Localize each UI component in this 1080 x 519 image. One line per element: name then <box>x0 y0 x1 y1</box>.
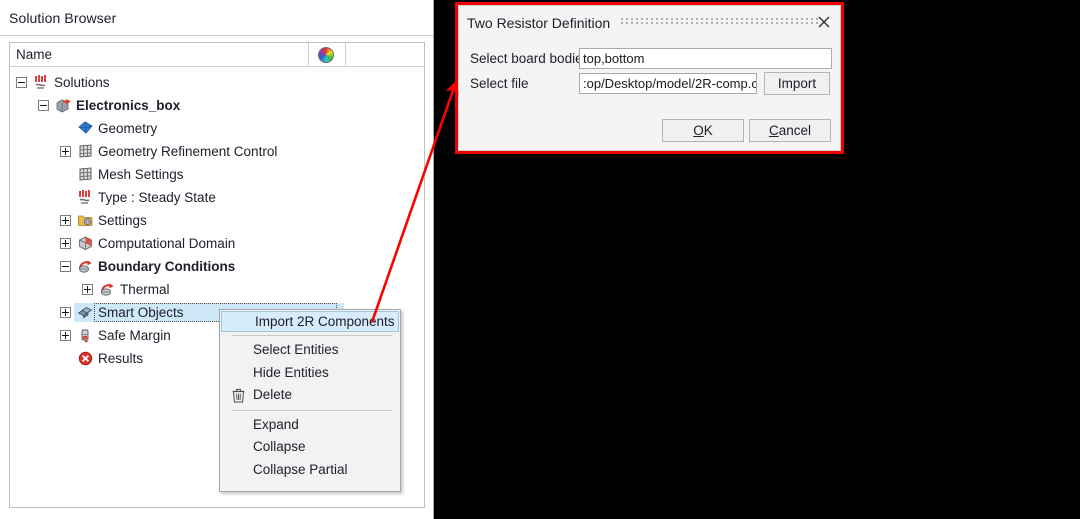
tree-item-label: Smart Objects <box>98 305 184 320</box>
column-divider-1 <box>308 43 309 66</box>
select-file-label: Select file <box>470 76 529 91</box>
ok-button[interactable]: OK <box>662 119 744 142</box>
tree-item-label: Type : Steady State <box>98 190 216 205</box>
tree-item-label: Solutions <box>54 75 110 90</box>
dialog-highlight-border: Two Resistor Definition Select board bod… <box>455 2 844 154</box>
tree-item-label: Results <box>98 351 144 366</box>
column-header-name: Name <box>16 47 53 62</box>
cancel-rest: ancel <box>778 123 812 138</box>
tree-item-type-steady-state[interactable]: Type : Steady State <box>10 186 424 209</box>
menu-item-label: Expand <box>253 416 299 432</box>
tree-item-label: Boundary Conditions <box>98 259 236 274</box>
two-resistor-definition-dialog: Two Resistor Definition Select board bod… <box>458 5 841 151</box>
tree-item-thermal[interactable]: Thermal <box>10 278 424 301</box>
expand-icon[interactable] <box>60 146 71 157</box>
menu-item-label: Collapse Partial <box>253 461 348 477</box>
expand-icon[interactable] <box>82 284 93 295</box>
board-bodies-input[interactable]: top,bottom <box>579 48 832 69</box>
safe-margin-icon <box>77 327 94 344</box>
tree-item-label: Thermal <box>120 282 170 297</box>
mesh-icon <box>77 143 94 160</box>
expand-icon[interactable] <box>60 238 71 249</box>
tree-item-label: Mesh Settings <box>98 167 184 182</box>
menu-item-collapse-partial[interactable]: Collapse Partial <box>220 459 400 482</box>
tree-item-label: Geometry <box>98 121 158 136</box>
dialog-title-bar[interactable]: Two Resistor Definition <box>459 6 840 39</box>
tree-item-settings[interactable]: Settings <box>10 209 424 232</box>
collapse-icon[interactable] <box>60 261 71 272</box>
screenshot-root: Solution Browser Name Solutions Electroni… <box>0 0 1080 519</box>
drag-grip-dots-icon <box>621 18 819 27</box>
project-icon <box>55 97 72 114</box>
tree-item-mesh-settings[interactable]: Mesh Settings <box>10 163 424 186</box>
tree-item-geometry-refinement-control[interactable]: Geometry Refinement Control <box>10 140 424 163</box>
menu-item-collapse[interactable]: Collapse <box>220 436 400 459</box>
collapse-icon[interactable] <box>38 100 49 111</box>
trash-icon <box>232 388 245 403</box>
tree-item-label: Computational Domain <box>98 236 236 251</box>
cancel-mnemonic: C <box>768 123 779 138</box>
menu-item-label: Delete <box>253 387 293 402</box>
smart-object-icon <box>77 304 94 321</box>
menu-item-delete[interactable]: Delete <box>220 384 400 407</box>
tree-item-label: Safe Margin <box>98 328 171 343</box>
menu-item-label: Select Entities <box>253 342 339 357</box>
solutions-icon <box>77 189 94 206</box>
tree-item-solutions[interactable]: Solutions <box>10 71 424 94</box>
tree-item-label: Electronics_box <box>76 98 181 113</box>
settings-icon <box>77 212 94 229</box>
panel-title: Solution Browser <box>9 10 117 26</box>
panel-title-bar: Solution Browser <box>0 0 433 36</box>
column-divider-2 <box>345 43 346 66</box>
tree-item-geometry[interactable]: Geometry <box>10 117 424 140</box>
tree-item-label: Settings <box>98 213 147 228</box>
context-menu[interactable]: Import 2R Components Select Entities Hide … <box>219 309 401 492</box>
select-board-bodies-label: Select board bodies <box>470 51 590 66</box>
boundary-icon <box>99 281 116 298</box>
menu-item-select-entities[interactable]: Select Entities <box>220 339 400 362</box>
domain-icon <box>77 235 94 252</box>
menu-item-label: Collapse <box>253 439 306 454</box>
results-icon <box>77 350 94 367</box>
file-path-input[interactable]: :op/Desktop/model/2R-comp.csv <box>579 73 757 94</box>
expand-icon[interactable] <box>60 215 71 226</box>
expand-icon[interactable] <box>60 307 71 318</box>
solutions-icon <box>33 74 50 91</box>
color-wheel-icon[interactable] <box>318 47 334 63</box>
file-path-value: :op/Desktop/model/2R-comp.csv <box>583 76 757 91</box>
geometry-icon <box>77 120 94 137</box>
tree-item-computational-domain[interactable]: Computational Domain <box>10 232 424 255</box>
expand-icon[interactable] <box>60 330 71 341</box>
menu-item-expand[interactable]: Expand <box>220 414 400 437</box>
tree-item-boundary-conditions[interactable]: Boundary Conditions <box>10 255 424 278</box>
menu-item-label: Hide Entities <box>253 364 329 380</box>
ok-rest: K <box>703 123 713 138</box>
menu-separator <box>232 409 392 411</box>
import-button[interactable]: Import <box>764 72 830 95</box>
boundary-icon <box>77 258 94 275</box>
menu-item-label: Import 2R Components <box>255 314 395 329</box>
tree-item-electronics-box[interactable]: Electronics_box <box>10 94 424 117</box>
ok-mnemonic: O <box>693 123 704 138</box>
mesh-icon <box>77 166 94 183</box>
close-icon[interactable] <box>816 14 832 30</box>
dialog-title: Two Resistor Definition <box>467 15 611 31</box>
collapse-icon[interactable] <box>16 77 27 88</box>
tree-item-label: Geometry Refinement Control <box>98 144 278 159</box>
cancel-button[interactable]: Cancel <box>749 119 831 142</box>
menu-item-import-2r-components[interactable]: Import 2R Components <box>221 311 399 332</box>
tree-column-header: Name <box>10 43 424 67</box>
menu-separator <box>232 335 392 336</box>
menu-item-hide-entities[interactable]: Hide Entities <box>220 362 400 385</box>
